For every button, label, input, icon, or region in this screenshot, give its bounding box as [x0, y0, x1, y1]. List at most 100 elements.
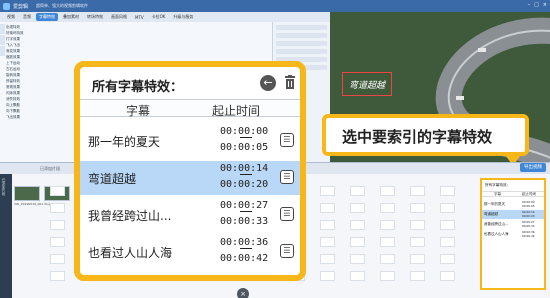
- caption-list-row[interactable]: 也看过人山人海 00:00:36 00:00:42 ☰: [80, 235, 300, 269]
- tab-audio[interactable]: 音频: [20, 13, 34, 21]
- trash-icon[interactable]: [284, 75, 296, 91]
- mini-title: 所有字幕特效：: [485, 183, 511, 187]
- tab-overlay[interactable]: 叠加素材: [60, 13, 82, 21]
- timeline-cell[interactable]: [50, 186, 65, 196]
- timeline-cell[interactable]: [350, 254, 365, 264]
- timeline-cell[interactable]: [380, 203, 395, 213]
- timeline-cell[interactable]: [350, 237, 365, 247]
- time-separator: [240, 137, 252, 138]
- timeline-cell[interactable]: [440, 237, 455, 247]
- clip-label: VID_20190516_001: [14, 202, 44, 206]
- timeline-cell[interactable]: [440, 186, 455, 196]
- timeline-cell[interactable]: [320, 254, 335, 264]
- start-time: 00:00:27: [220, 200, 269, 211]
- timeline-cell[interactable]: [350, 186, 365, 196]
- tree-item[interactable]: 飞出效果: [6, 114, 66, 120]
- timeline-cell[interactable]: [50, 254, 65, 264]
- clip-thumbnail[interactable]: [14, 186, 40, 201]
- timeline-cell[interactable]: [350, 203, 365, 213]
- mini-header-caption: 字幕: [494, 192, 501, 196]
- timeline-cell[interactable]: [50, 203, 65, 213]
- timeline-cell[interactable]: [440, 254, 455, 264]
- mini-list-row[interactable]: 也看过人山人海 00:00:36 00:00:42: [482, 230, 544, 239]
- popup-title: 所有字幕特效：: [92, 80, 184, 95]
- property-field[interactable]: [276, 25, 327, 30]
- timeline-cell[interactable]: [380, 271, 395, 281]
- timeline-cell[interactable]: [410, 254, 425, 264]
- start-time: 00:00:00: [220, 126, 269, 137]
- timeline-cell[interactable]: [380, 237, 395, 247]
- timeline-cell[interactable]: [320, 203, 335, 213]
- tab-video[interactable]: 视频: [4, 13, 18, 21]
- timeline-cell[interactable]: [320, 271, 335, 281]
- export-button[interactable]: 导出视频: [520, 163, 546, 172]
- caption-name: 那一年的夏天: [88, 135, 161, 149]
- caption-list-row[interactable]: 我曾经跨过山... 00:00:27 00:00:33 ☰: [80, 198, 300, 232]
- timeline-cell[interactable]: [350, 271, 365, 281]
- caption-list-row[interactable]: 弯道超越 00:00:14 00:00:20 ☰: [80, 161, 300, 195]
- mini-list-row[interactable]: 那一年的夏天 00:00:00 00:00:05: [482, 200, 544, 209]
- end-time: 00:00:05: [220, 142, 269, 153]
- tab-karaoke[interactable]: 卡拉OK: [149, 13, 169, 21]
- timeline-cell[interactable]: [380, 186, 395, 196]
- mini-caption-name: 那一年的夏天: [484, 202, 505, 206]
- side-button[interactable]: [0, 35, 5, 45]
- list-detail-icon[interactable]: ☰: [280, 244, 294, 258]
- time-separator: [240, 174, 252, 175]
- mini-time-range: 00:00:00 00:00:05: [522, 200, 535, 208]
- caption-overlay[interactable]: 弯道超越: [342, 72, 392, 96]
- mini-list-row[interactable]: 弯道超越 00:00:14 00:00:20: [482, 210, 544, 219]
- timeline-cell[interactable]: [50, 271, 65, 281]
- timeline-cell[interactable]: [320, 186, 335, 196]
- timeline-cell[interactable]: [320, 220, 335, 230]
- side-button[interactable]: [0, 24, 5, 34]
- app-name: 爱剪辑: [13, 3, 29, 10]
- timeline-cell[interactable]: [410, 271, 425, 281]
- title-bar: 爱剪辑 超简单、强大的视频剪辑软件 – □ ×: [0, 0, 550, 12]
- list-detail-icon[interactable]: ☰: [280, 207, 294, 221]
- timeline-cell[interactable]: [440, 220, 455, 230]
- tab-caption-effects[interactable]: 字幕特效: [36, 13, 58, 21]
- list-detail-icon[interactable]: ☰: [280, 170, 294, 184]
- instruction-callout: 选中要索引的字幕特效: [322, 114, 529, 156]
- property-field[interactable]: [276, 41, 327, 46]
- toolbar-text: 已添加片段: [40, 166, 60, 171]
- mini-header-time: 起止时间: [522, 192, 536, 196]
- tab-upgrade[interactable]: 升级与服务: [170, 13, 196, 21]
- mini-time-range: 00:00:27 00:00:33: [522, 220, 535, 228]
- close-icon[interactable]: ×: [237, 288, 249, 298]
- list-detail-icon[interactable]: ☰: [280, 133, 294, 147]
- mini-time-range: 00:00:36 00:00:42: [522, 230, 535, 238]
- mini-caption-name: 弯道超越: [484, 212, 498, 216]
- timeline-cell[interactable]: [380, 220, 395, 230]
- timeline-cell[interactable]: [320, 237, 335, 247]
- property-field[interactable]: [276, 33, 327, 38]
- timeline-cell[interactable]: [410, 186, 425, 196]
- timeline-cell[interactable]: [350, 220, 365, 230]
- timeline-cell[interactable]: [50, 237, 65, 247]
- timeline-cell[interactable]: [410, 237, 425, 247]
- back-icon[interactable]: ←: [260, 75, 276, 91]
- timeline-cell[interactable]: [50, 220, 65, 230]
- property-field[interactable]: [276, 49, 327, 54]
- list-header: 字幕 起止时间: [80, 99, 300, 118]
- tab-transition[interactable]: 转场特效: [84, 13, 106, 21]
- timeline-cell[interactable]: [440, 271, 455, 281]
- tab-style[interactable]: 画面风格: [108, 13, 130, 21]
- timeline-cell[interactable]: [410, 220, 425, 230]
- close-icon[interactable]: ×: [543, 2, 547, 9]
- maximize-icon[interactable]: □: [534, 2, 539, 9]
- mini-list-row[interactable]: 我曾经跨过山... 00:00:27 00:00:33: [482, 220, 544, 229]
- timeline-cell[interactable]: [410, 203, 425, 213]
- tab-mtv[interactable]: MTV: [132, 14, 147, 21]
- side-button[interactable]: [0, 46, 5, 56]
- caption-list-row[interactable]: 那一年的夏天 00:00:00 00:00:05 ☰: [80, 124, 300, 158]
- timeline-cell[interactable]: [380, 254, 395, 264]
- timeline-cell[interactable]: [440, 203, 455, 213]
- mini-caption-name: 也看过人山人海: [484, 232, 509, 236]
- time-separator: [240, 211, 252, 212]
- caption-name: 弯道超越: [88, 172, 137, 186]
- main-tabs: 视频 音频 字幕特效 叠加素材 转场特效 画面风格 MTV 卡拉OK 升级与服务: [0, 12, 330, 22]
- end-time: 00:00:20: [220, 179, 269, 190]
- minimize-icon[interactable]: –: [528, 2, 531, 9]
